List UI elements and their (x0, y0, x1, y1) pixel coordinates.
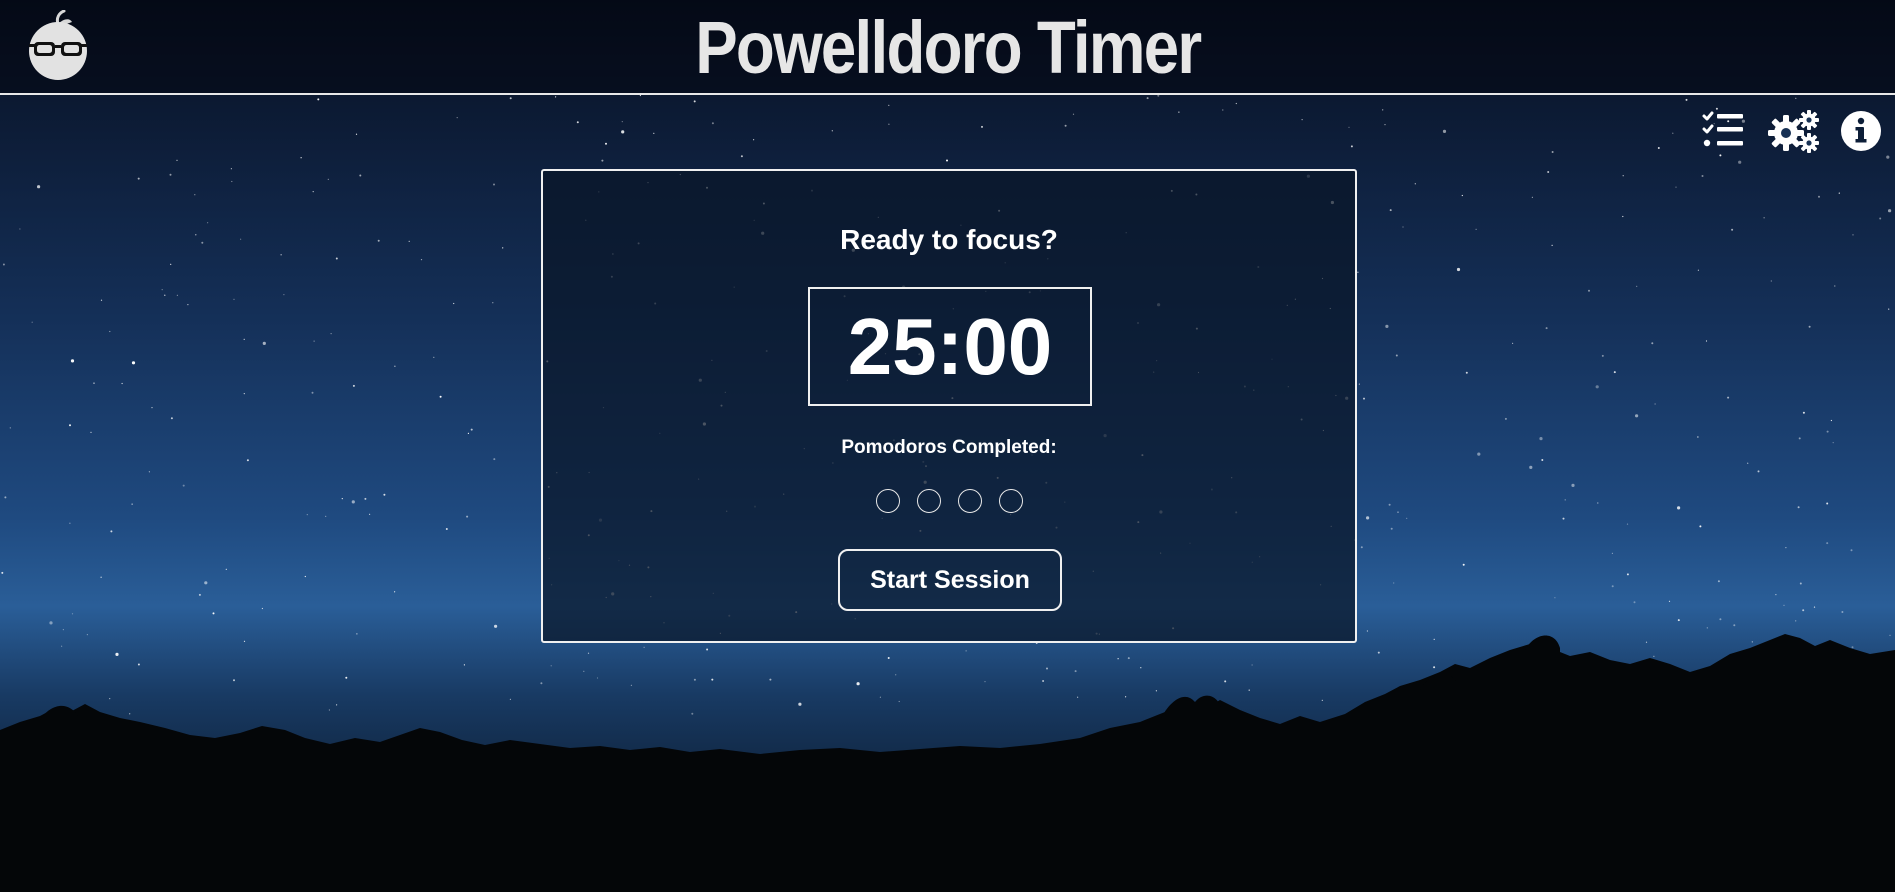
start-session-button[interactable]: Start Session (838, 549, 1062, 611)
pomodoro-progress-dots (543, 489, 1355, 513)
tomato-glasses-logo-icon[interactable] (26, 10, 90, 80)
app-page: Powelldoro Timer Ready to focus? 25:00 P… (0, 0, 1895, 892)
app-title: Powelldoro Timer (695, 6, 1202, 89)
task-list-icon[interactable] (1700, 108, 1746, 154)
timer-card: Ready to focus? 25:00 Pomodoros Complete… (541, 169, 1357, 643)
pomodoro-dot (916, 489, 941, 513)
pomodoro-dot (875, 489, 900, 513)
session-status-text: Ready to focus? (840, 224, 1058, 255)
info-icon[interactable] (1838, 108, 1884, 154)
countdown-display: 25:00 (808, 287, 1092, 406)
pomodoros-completed-label: Pomodoros Completed: (841, 437, 1057, 458)
app-header: Powelldoro Timer (0, 0, 1895, 95)
settings-gears-icon[interactable] (1767, 108, 1821, 154)
treeline-silhouette (0, 634, 1895, 892)
pomodoro-dot (957, 489, 982, 513)
pomodoro-dot (998, 489, 1023, 513)
